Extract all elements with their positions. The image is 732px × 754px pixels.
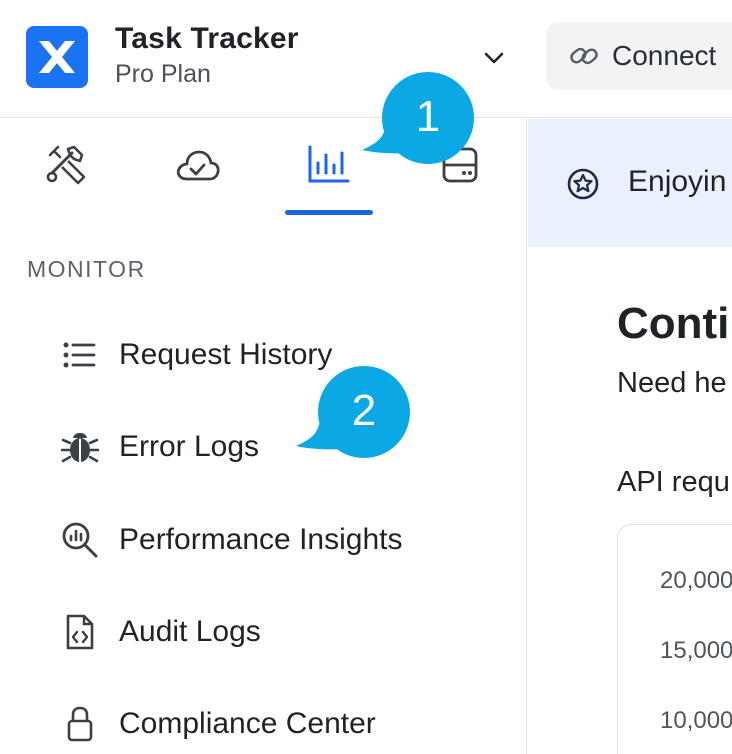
callout-number: 2 <box>351 386 377 435</box>
logo-x-icon <box>39 41 75 73</box>
callout-badge-2: 2 <box>296 362 410 458</box>
nav-label: Performance Insights <box>119 523 403 556</box>
nav-item-audit-logs[interactable]: Audit Logs <box>60 607 261 657</box>
nav-item-compliance-center[interactable]: Compliance Center <box>60 699 376 749</box>
lock-icon <box>60 704 100 744</box>
main-content: Enjoyin Conti Need he API requ 20,000 15… <box>528 119 732 754</box>
chart-card: 20,000 15,000 10,000 <box>617 524 732 754</box>
app-logo <box>26 26 88 88</box>
page-subtitle: Need he <box>617 367 727 399</box>
cloud-check-icon <box>176 150 220 181</box>
bug-icon <box>60 427 100 467</box>
nav-label: Error Logs <box>119 430 260 463</box>
nav-label: Compliance Center <box>119 707 376 740</box>
connect-button[interactable]: Connect <box>546 22 732 90</box>
callout-number: 1 <box>415 92 441 141</box>
nav-item-performance-insights[interactable]: Performance Insights <box>60 515 402 565</box>
y-tick-label: 15,000 <box>660 637 732 664</box>
nav-item-error-logs[interactable]: Error Logs <box>60 422 259 472</box>
app-title: Task Tracker <box>115 22 299 55</box>
promo-banner: Enjoyin <box>528 119 732 247</box>
code-file-icon <box>60 612 100 652</box>
page-title: Conti <box>617 299 730 348</box>
bar-chart-icon <box>308 145 350 183</box>
tab-cloud[interactable] <box>153 143 241 213</box>
workspace-dropdown-chevron-icon[interactable] <box>480 44 508 72</box>
nav-item-request-history[interactable]: Request History <box>60 330 332 380</box>
nav-label: Audit Logs <box>119 615 261 648</box>
search-chart-icon <box>60 520 100 560</box>
plan-label: Pro Plan <box>115 60 211 88</box>
section-label-monitor: MONITOR <box>27 256 146 282</box>
link-icon <box>570 47 598 65</box>
star-badge-icon <box>567 168 599 200</box>
tools-icon <box>46 145 86 185</box>
tab-analytics[interactable] <box>285 143 373 213</box>
sidebar: MONITOR Request History Error Logs Perfo… <box>0 119 527 754</box>
list-icon <box>60 335 100 375</box>
chart-title: API requ <box>617 466 730 498</box>
y-tick-label: 10,000 <box>660 707 732 734</box>
connect-label: Connect <box>612 40 717 71</box>
y-tick-label: 20,000 <box>660 567 732 594</box>
active-tab-indicator <box>285 210 373 215</box>
banner-text: Enjoyin <box>628 165 727 198</box>
callout-badge-1: 1 <box>362 66 474 164</box>
tab-tools[interactable] <box>22 143 110 213</box>
